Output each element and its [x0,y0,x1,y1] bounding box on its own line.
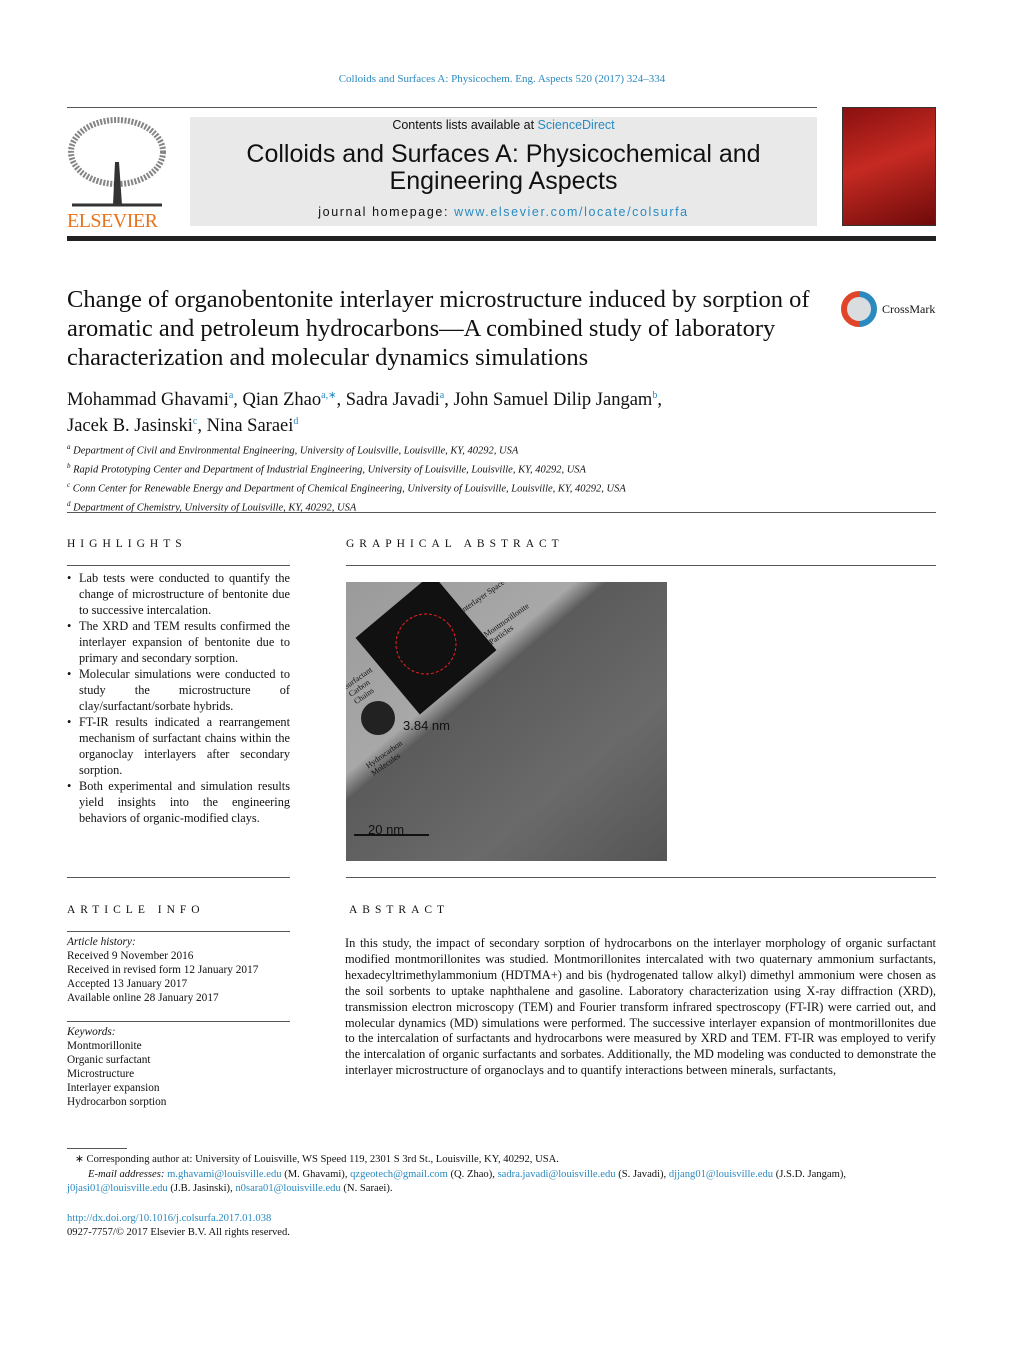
tree-icon [68,117,166,207]
highlights-list: Lab tests were conducted to quantify the… [67,570,290,826]
affiliations: a Department of Civil and Environmental … [67,440,626,516]
keywords: Keywords: Montmorillonite Organic surfact… [67,1026,167,1108]
copyright: 0927-7757/© 2017 Elsevier B.V. All right… [67,1227,290,1238]
author[interactable]: Nina Saraeid [207,416,299,436]
journal-cover [842,107,936,226]
divider [346,931,936,932]
email-link[interactable]: qzgeotech@gmail.com [350,1169,448,1180]
elsevier-wordmark: ELSEVIER [67,210,158,232]
affiliation: b Rapid Prototyping Center and Departmen… [67,461,586,476]
sciencedirect-link[interactable]: ScienceDirect [538,118,615,132]
journal-reference[interactable]: Colloids and Surfaces A: Physicochem. En… [0,73,1004,85]
email-link[interactable]: j0jasi01@louisville.edu [67,1183,168,1194]
email-link[interactable]: m.ghavami@louisville.edu [167,1169,282,1180]
footnotes: ∗ Corresponding author at: University of… [67,1153,937,1241]
author[interactable]: John Samuel Dilip Jangamb [453,390,657,410]
email-link[interactable]: sadra.javadi@louisville.edu [498,1169,616,1180]
affiliation: c Conn Center for Renewable Energy and D… [67,480,626,495]
divider [346,565,936,566]
abstract-text: In this study, the impact of secondary s… [345,936,936,1078]
author[interactable]: Mohammad Ghavamia [67,390,233,410]
thick-divider [67,236,936,241]
divider [67,877,290,878]
contents-label: Contents lists available at [392,118,538,132]
highlight-item: Both experimental and simulation results… [67,778,290,826]
homepage-label: journal homepage: [318,205,455,219]
article-info-heading: ARTICLE INFO [67,904,205,916]
email-link[interactable]: djjang01@louisville.edu [669,1169,773,1180]
crossmark-button[interactable]: CrossMark [840,290,935,328]
author[interactable]: Jacek B. Jasinskic [67,416,197,436]
affiliation: a Department of Civil and Environmental … [67,443,519,457]
divider [67,107,817,108]
highlight-item: The XRD and TEM results confirmed the in… [67,618,290,666]
author[interactable]: Qian Zhaoa,∗ [243,390,337,410]
doi-link[interactable]: http://dx.doi.org/10.1016/j.colsurfa.201… [67,1213,271,1224]
highlight-item: FT-IR results indicated a rearrangement … [67,714,290,778]
elsevier-logo: ELSEVIER [67,117,167,232]
article-history: Article history: Received 9 November 201… [67,936,259,1004]
crossmark-label: CrossMark [882,301,936,316]
divider [67,1021,290,1022]
corresponding-author: ∗ Corresponding author at: University of… [75,1154,559,1165]
divider [67,931,290,932]
highlight-item: Lab tests were conducted to quantify the… [67,570,290,618]
graphical-abstract-image: Interlayer Space Montmorillonite Particl… [346,582,667,861]
abstract-heading: ABSTRACT [349,904,450,916]
crossmark-icon [841,291,877,327]
scale-bar-label: 20 nm [368,822,405,837]
divider [67,565,290,566]
journal-title: Colloids and Surfaces A: Physicochemical… [246,140,761,195]
highlights-heading: HIGHLIGHTS [67,538,187,550]
author-list: Mohammad Ghavamia, Qian Zhaoa,∗, Sadra J… [67,390,662,437]
journal-banner: Contents lists available at ScienceDirec… [190,117,817,226]
divider [67,512,936,513]
homepage-link[interactable]: www.elsevier.com/locate/colsurfa [454,205,689,219]
graphical-abstract-heading: GRAPHICAL ABSTRACT [346,538,564,550]
email-link[interactable]: n0sara01@louisville.edu [235,1183,340,1194]
divider [346,877,936,878]
footnote-rule [67,1148,127,1149]
label-spacing: 3.84 nm [403,718,450,733]
article-title: Change of organobentonite interlayer mic… [67,286,810,371]
author[interactable]: Sadra Javadia [346,390,444,410]
highlight-item: Molecular simulations were conducted to … [67,666,290,714]
